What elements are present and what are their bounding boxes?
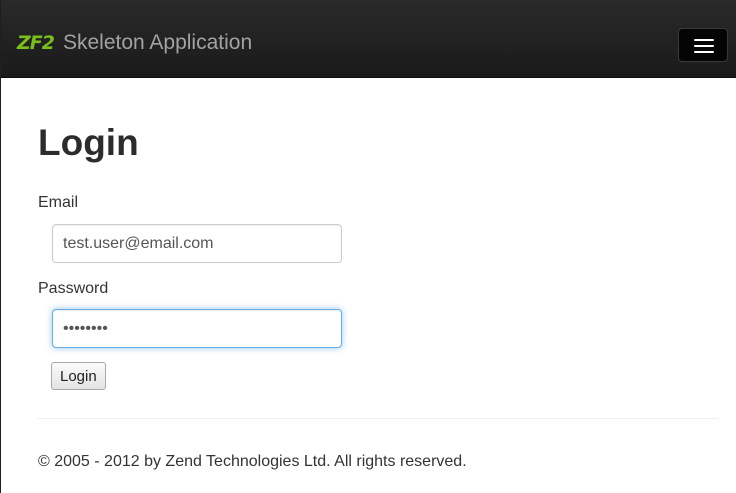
email-label: Email [38, 194, 79, 211]
browser-page: ZF2 Skeleton Application Login Email Pas… [0, 0, 736, 493]
navbar: ZF2 Skeleton Application [1, 0, 736, 78]
password-field[interactable] [52, 309, 342, 348]
page-title: Login [38, 122, 139, 163]
email-field[interactable] [52, 224, 342, 263]
password-label: Password [38, 280, 109, 297]
login-button[interactable]: Login [51, 362, 106, 390]
hamburger-menu-icon-line [694, 51, 714, 53]
hamburger-menu-button[interactable] [678, 28, 728, 62]
hamburger-menu-icon-line [694, 45, 714, 47]
hamburger-menu-icon [694, 39, 714, 41]
brand-title: Skeleton Application [62, 31, 253, 54]
footer-divider [38, 418, 718, 419]
footer-copyright: © 2005 - 2012 by Zend Technologies Ltd. … [38, 453, 467, 470]
zf2-logo: ZF2 [17, 32, 55, 54]
brand-link[interactable]: ZF2 Skeleton Application [17, 28, 252, 58]
